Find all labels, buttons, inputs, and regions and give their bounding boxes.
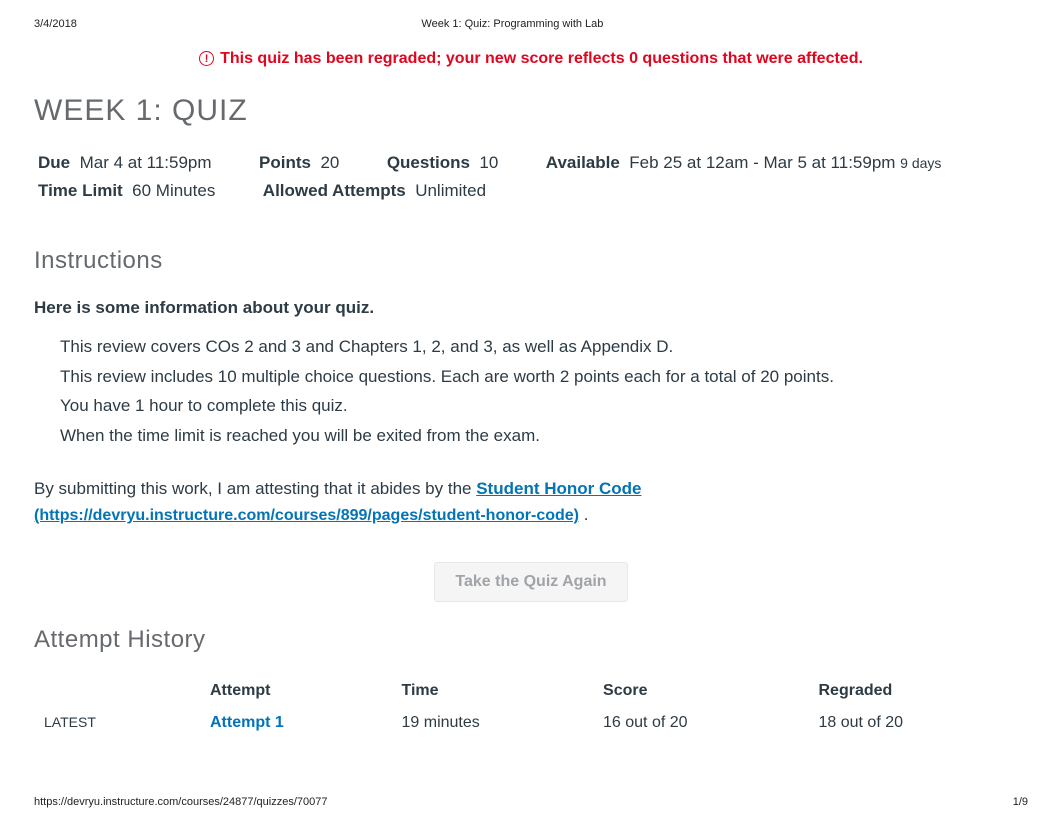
allowed-attempts-value: Unlimited (415, 181, 486, 200)
list-item: When the time limit is reached you will … (60, 423, 1028, 449)
regrade-banner: ! This quiz has been regraded; your new s… (34, 44, 1028, 86)
due-value: Mar 4 at 11:59pm (80, 153, 212, 172)
col-score-header: Score (597, 674, 812, 706)
page-title: WEEK 1: QUIZ (34, 94, 1028, 128)
take-quiz-again-button[interactable]: Take the Quiz Again (434, 562, 627, 602)
list-item: You have 1 hour to complete this quiz. (60, 393, 1028, 419)
instructions-lead: Here is some information about your quiz… (34, 295, 1028, 321)
time-limit-value: 60 Minutes (132, 181, 215, 200)
attempt-regraded: 18 out of 20 (812, 706, 1028, 740)
take-quiz-again-wrap: Take the Quiz Again (34, 562, 1028, 602)
available-label: Available (546, 153, 620, 172)
quiz-meta-row-1: Due Mar 4 at 11:59pm Points 20 Questions… (38, 150, 1028, 176)
points-label: Points (259, 153, 311, 172)
instructions-heading: Instructions (34, 247, 1028, 275)
print-title: Week 1: Quiz: Programming with Lab (77, 18, 948, 30)
regrade-text: This quiz has been regraded; your new sc… (220, 50, 863, 67)
col-latest-header (34, 674, 204, 706)
footer-page: 1/9 (1013, 796, 1028, 808)
print-date: 3/4/2018 (34, 18, 77, 30)
print-header: 3/4/2018 Week 1: Quiz: Programming with … (34, 18, 1028, 30)
attestation: By submitting this work, I am attesting … (34, 476, 1028, 528)
honor-code-url[interactable]: (https://devryu.instructure.com/courses/… (34, 507, 579, 524)
list-item: This review covers COs 2 and 3 and Chapt… (60, 334, 1028, 360)
col-regraded-header: Regraded (812, 674, 1028, 706)
questions-label: Questions (387, 153, 470, 172)
col-time-header: Time (396, 674, 598, 706)
points-value: 20 (320, 153, 339, 172)
instructions-list: This review covers COs 2 and 3 and Chapt… (34, 334, 1028, 448)
questions-value: 10 (479, 153, 498, 172)
honor-code-link[interactable]: Student Honor Code (476, 479, 641, 498)
col-attempt-header: Attempt (204, 674, 396, 706)
attest-prefix: By submitting this work, I am attesting … (34, 479, 476, 498)
page-container: 3/4/2018 Week 1: Quiz: Programming with … (0, 0, 1062, 822)
table-header-row: Attempt Time Score Regraded (34, 674, 1028, 706)
attempt-history-table: Attempt Time Score Regraded LATEST Attem… (34, 674, 1028, 740)
attempt-time: 19 minutes (396, 706, 598, 740)
time-limit-label: Time Limit (38, 181, 123, 200)
alert-icon: ! (199, 51, 214, 66)
attempt-score: 16 out of 20 (597, 706, 812, 740)
latest-badge: LATEST (44, 714, 96, 730)
attempt-history-heading: Attempt History (34, 626, 1028, 654)
instructions-body: Here is some information about your quiz… (34, 295, 1028, 528)
list-item: This review includes 10 multiple choice … (60, 364, 1028, 390)
available-value: Feb 25 at 12am - Mar 5 at 11:59pm (629, 153, 895, 172)
table-row: LATEST Attempt 1 19 minutes 16 out of 20… (34, 706, 1028, 740)
due-label: Due (38, 153, 70, 172)
available-duration: 9 days (900, 155, 941, 171)
attest-suffix: . (584, 505, 589, 524)
quiz-meta-row-2: Time Limit 60 Minutes Allowed Attempts U… (38, 178, 1028, 204)
footer-url: https://devryu.instructure.com/courses/2… (34, 796, 328, 808)
quiz-meta: Due Mar 4 at 11:59pm Points 20 Questions… (34, 146, 1028, 223)
attempt-link[interactable]: Attempt 1 (210, 714, 284, 731)
print-footer: https://devryu.instructure.com/courses/2… (34, 796, 1028, 808)
allowed-attempts-label: Allowed Attempts (263, 181, 406, 200)
